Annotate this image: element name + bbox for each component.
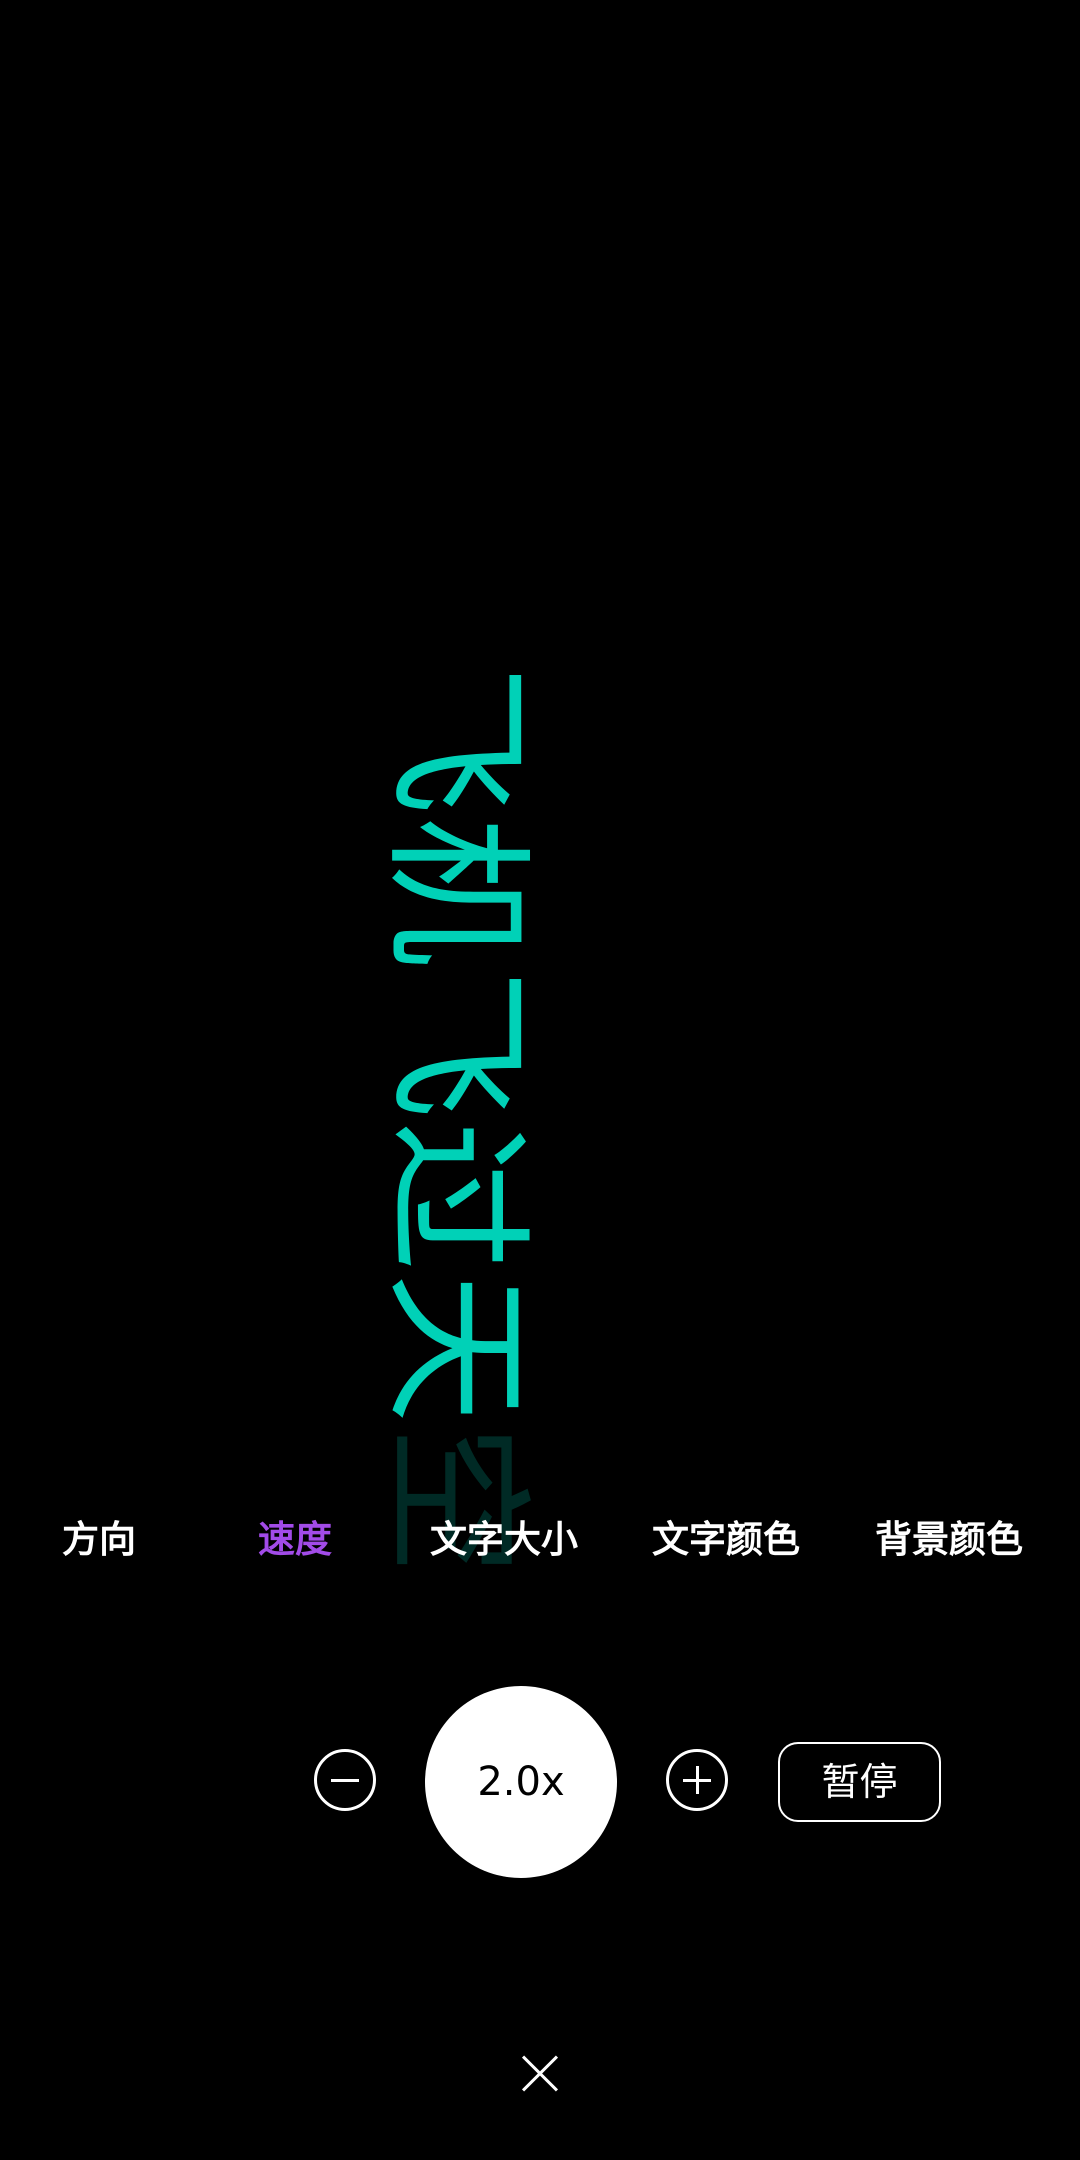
option-text-color[interactable]: 文字颜色	[652, 1510, 800, 1570]
option-text-size[interactable]: 文字大小	[430, 1510, 578, 1570]
marquee-text: 飞机飞过天空	[368, 665, 542, 1577]
minus-circle-icon[interactable]	[314, 1749, 376, 1811]
plus-circle-icon[interactable]	[666, 1749, 728, 1811]
option-background-color[interactable]: 背景颜色	[875, 1510, 1023, 1570]
pause-button[interactable]: 暂停	[778, 1742, 941, 1822]
option-direction[interactable]: 方向	[62, 1510, 136, 1570]
option-speed[interactable]: 速度	[258, 1510, 332, 1570]
speed-value-display[interactable]: 2.0x	[425, 1686, 617, 1878]
marquee-display: 飞机飞过天空	[0, 0, 1080, 1650]
marquee-text-visible: 飞机飞过天	[368, 665, 542, 1426]
close-x-icon[interactable]	[520, 2053, 560, 2093]
options-bar: 方向 速度 文字大小 文字颜色 背景颜色	[0, 1510, 1080, 1570]
